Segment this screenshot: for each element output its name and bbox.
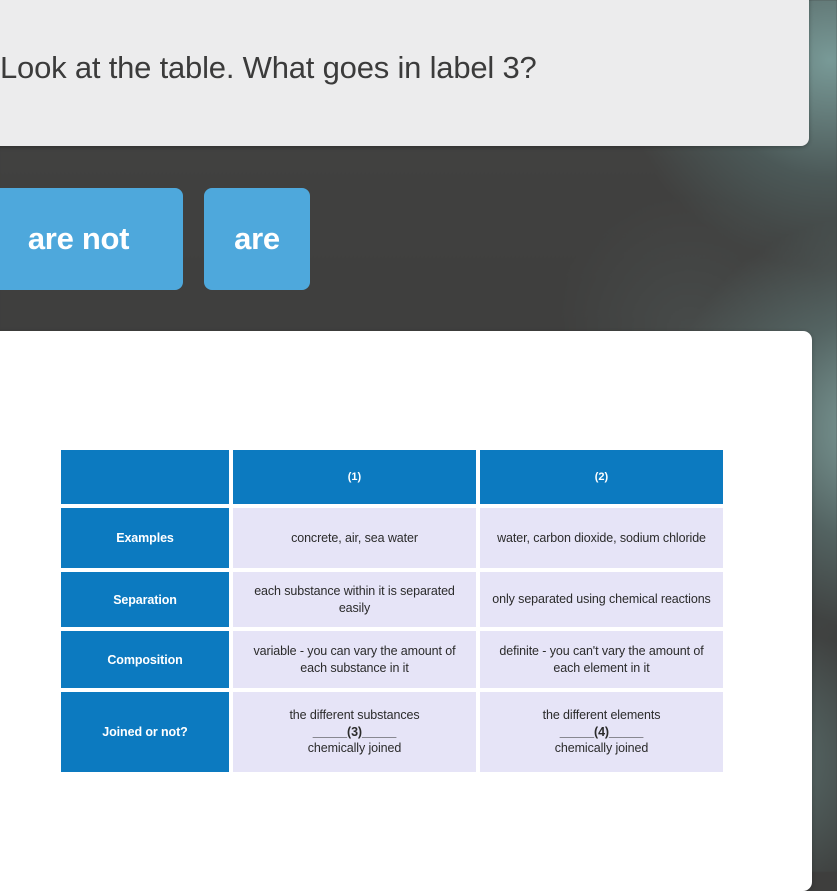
cell-joined-col1-line3: chemically joined [307, 741, 402, 756]
label-blank-3: _____(3)_____ [312, 724, 397, 739]
table-header-col-2: (2) [480, 450, 723, 504]
cell-separation-col2: only separated using chemical reactions [480, 572, 723, 627]
question-prompt: Look at the table. What goes in label 3? [0, 49, 537, 85]
answer-option-are[interactable]: are [204, 188, 310, 290]
answer-options-group: are not are [0, 188, 310, 290]
table-row: Joined or not? the different substances … [61, 692, 723, 772]
cell-joined-col1: the different substances _____(3)_____ c… [233, 692, 476, 772]
cell-joined-col2-line1: the different elements [542, 707, 661, 722]
label-blank-4: _____(4)_____ [559, 724, 644, 739]
answer-option-are-not[interactable]: are not [0, 188, 183, 290]
row-label-examples: Examples [61, 508, 229, 568]
cell-composition-col2: definite - you can't vary the amount of … [480, 631, 723, 688]
cell-joined-col1-line1: the different substances [289, 707, 420, 722]
table-header-row: (1) (2) [61, 450, 723, 504]
table-row: Examples concrete, air, sea water water,… [61, 508, 723, 568]
content-card: (1) (2) Examples concrete, air, sea wate… [0, 331, 812, 891]
table-row: Composition variable - you can vary the … [61, 631, 723, 688]
cell-separation-col1: each substance within it is separated ea… [233, 572, 476, 627]
comparison-table: (1) (2) Examples concrete, air, sea wate… [57, 446, 727, 776]
row-label-composition: Composition [61, 631, 229, 688]
cell-joined-col2-line3: chemically joined [554, 741, 649, 756]
row-label-joined-or-not: Joined or not? [61, 692, 229, 772]
table-row: Separation each substance within it is s… [61, 572, 723, 627]
table-header-col-1: (1) [233, 450, 476, 504]
table-header-corner [61, 450, 229, 504]
cell-examples-col1: concrete, air, sea water [233, 508, 476, 568]
cell-examples-col2: water, carbon dioxide, sodium chloride [480, 508, 723, 568]
cell-composition-col1: variable - you can vary the amount of ea… [233, 631, 476, 688]
cell-joined-col2: the different elements _____(4)_____ che… [480, 692, 723, 772]
question-panel: Look at the table. What goes in label 3? [0, 0, 809, 146]
row-label-separation: Separation [61, 572, 229, 627]
